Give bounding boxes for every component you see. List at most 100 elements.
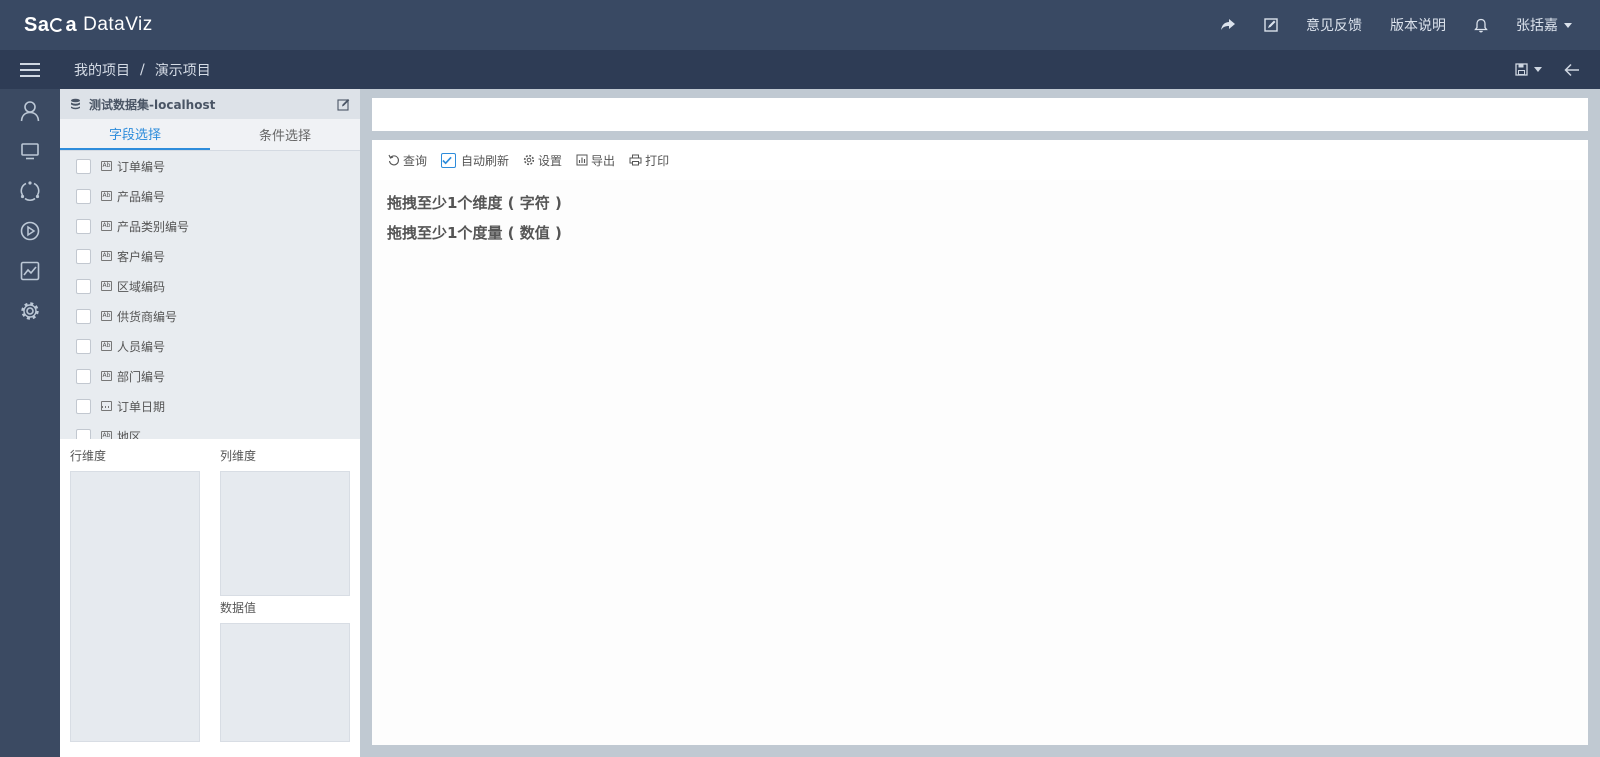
field-checkbox[interactable] — [76, 308, 91, 324]
field-item[interactable]: Ab 区域编码 — [60, 271, 360, 301]
save-icon — [1515, 63, 1528, 76]
field-checkbox[interactable] — [76, 398, 91, 414]
edit-square-icon[interactable] — [1264, 18, 1278, 32]
field-checkbox[interactable] — [76, 338, 91, 354]
feedback-link[interactable]: 意见反馈 — [1306, 15, 1362, 35]
query-button[interactable]: 查询 — [388, 152, 427, 169]
gear-icon[interactable] — [0, 291, 60, 331]
field-checkbox[interactable] — [76, 248, 91, 264]
play-circle-icon[interactable] — [0, 211, 60, 251]
auto-refresh-checkbox[interactable] — [441, 152, 457, 168]
top-header: Sa a DataViz 意见反馈 版本说明 张括嘉 — [0, 0, 1600, 50]
row-dimension-label: 行维度 — [70, 449, 107, 463]
field-label: 部门编号 — [117, 369, 166, 384]
top-nav: 意见反馈 版本说明 张括嘉 — [1206, 0, 1600, 50]
sub-header-actions — [1493, 63, 1600, 77]
save-dropdown[interactable] — [1515, 63, 1542, 76]
title-bar-card — [372, 98, 1588, 131]
chevron-down-icon — [1564, 22, 1572, 28]
gear-icon — [523, 154, 535, 166]
text-type-icon: Ab — [101, 311, 112, 321]
dataset-header: 测试数据集-localhost — [60, 89, 360, 119]
breadcrumb-current: 演示项目 — [154, 62, 211, 79]
share-icon[interactable] — [1220, 18, 1236, 32]
breadcrumb: 我的项目 / 演示项目 — [74, 60, 211, 80]
panel-tabs: 字段选择 条件选择 — [60, 119, 360, 151]
release-notes-link[interactable]: 版本说明 — [1390, 15, 1446, 35]
text-type-icon: Ab — [101, 251, 112, 261]
logo-mark: Sa a — [24, 13, 78, 36]
field-checkbox[interactable] — [76, 218, 91, 234]
field-label: 供货商编号 — [117, 309, 178, 324]
field-item[interactable]: 订单日期 — [60, 391, 360, 421]
edit-icon[interactable] — [337, 98, 350, 111]
data-value-dropzone[interactable] — [220, 623, 350, 742]
report-card: 查询 自动刷新 设置 导出 打印 拖拽至少1个维度 ( 字符 ) 拖拽至少1个度… — [372, 140, 1588, 745]
chart-canvas[interactable]: 拖拽至少1个维度 ( 字符 ) 拖拽至少1个度量 ( 数值 ) — [372, 180, 1588, 745]
text-type-icon: Ab — [101, 191, 112, 201]
auto-refresh-toggle[interactable]: 自动刷新 — [441, 152, 509, 169]
column-dimension-dropzone[interactable] — [220, 471, 350, 596]
database-icon — [71, 98, 80, 110]
breadcrumb-root[interactable]: 我的项目 — [74, 60, 130, 80]
field-item[interactable]: Ab 供货商编号 — [60, 301, 360, 331]
field-item[interactable]: Ab 订单编号 — [60, 151, 360, 181]
field-panel: 测试数据集-localhost 字段选择 条件选择 Ab 订单编号 Ab 产品编号 Ab… — [60, 89, 360, 757]
text-type-icon: Ab — [101, 161, 112, 171]
calendar-icon — [101, 401, 112, 411]
settings-button[interactable]: 设置 — [523, 152, 562, 169]
field-item[interactable]: Ab 部门编号 — [60, 361, 360, 391]
tab-condition-select[interactable]: 条件选择 — [210, 119, 360, 150]
menu-toggle-icon[interactable] — [0, 50, 60, 89]
field-checkbox[interactable] — [76, 158, 91, 174]
text-type-icon: Ab — [101, 341, 112, 351]
print-button[interactable]: 打印 — [629, 152, 669, 169]
text-type-icon: Ab — [101, 221, 112, 231]
field-label: 订单日期 — [117, 399, 166, 414]
logo-name: DataViz — [83, 14, 153, 35]
back-arrow-icon[interactable] — [1564, 63, 1580, 77]
field-label: 产品编号 — [117, 189, 166, 204]
user-menu[interactable]: 张括嘉 — [1516, 15, 1572, 35]
dimension-hint: 拖拽至少1个维度 ( 字符 ) — [387, 194, 562, 212]
app-logo[interactable]: Sa a DataViz — [24, 14, 153, 37]
refresh-icon — [388, 154, 399, 166]
field-item[interactable]: Ab 产品类别编号 — [60, 211, 360, 241]
check-icon — [442, 156, 452, 164]
monitor-icon[interactable] — [0, 131, 60, 171]
export-button[interactable]: 导出 — [576, 152, 615, 169]
breadcrumb-separator: / — [140, 61, 145, 78]
field-list[interactable]: Ab 订单编号 Ab 产品编号 Ab 产品类别编号 Ab 客户编号 Ab 区域编码 Ab 供货商编号 A… — [60, 151, 360, 439]
column-dimension-label: 列维度 — [220, 449, 257, 463]
field-item[interactable]: Ab 客户编号 — [60, 241, 360, 271]
field-item[interactable]: Ab 地区 — [60, 421, 360, 439]
drop-zones: 行维度 列维度 数据值 — [60, 439, 360, 757]
text-type-icon: Ab — [101, 281, 112, 291]
field-label: 订单编号 — [117, 159, 166, 174]
field-checkbox[interactable] — [76, 188, 91, 204]
cycle-icon[interactable] — [0, 171, 60, 211]
tab-field-select[interactable]: 字段选择 — [60, 119, 210, 150]
field-checkbox[interactable] — [76, 278, 91, 294]
data-value-label: 数据值 — [220, 601, 257, 615]
field-checkbox[interactable] — [76, 368, 91, 384]
printer-icon — [629, 154, 642, 166]
field-item[interactable]: Ab 人员编号 — [60, 331, 360, 361]
field-label: 客户编号 — [117, 249, 166, 264]
sub-header: 我的项目 / 演示项目 — [0, 50, 1600, 89]
field-item[interactable]: Ab 产品编号 — [60, 181, 360, 211]
text-type-icon: Ab — [101, 371, 112, 381]
line-chart-icon[interactable] — [0, 251, 60, 291]
report-toolbar: 查询 自动刷新 设置 导出 打印 — [372, 140, 1588, 180]
bell-icon[interactable] — [1474, 18, 1488, 33]
field-checkbox[interactable] — [76, 428, 91, 439]
field-label: 产品类别编号 — [117, 219, 190, 234]
measure-hint: 拖拽至少1个度量 ( 数值 ) — [387, 224, 562, 242]
user-name: 张括嘉 — [1516, 18, 1558, 34]
user-icon[interactable] — [0, 91, 60, 131]
row-dimension-dropzone[interactable] — [70, 471, 200, 742]
field-label: 人员编号 — [117, 339, 166, 354]
dataset-title: 测试数据集-localhost — [89, 97, 216, 112]
side-nav — [0, 89, 60, 757]
export-icon — [576, 154, 588, 166]
